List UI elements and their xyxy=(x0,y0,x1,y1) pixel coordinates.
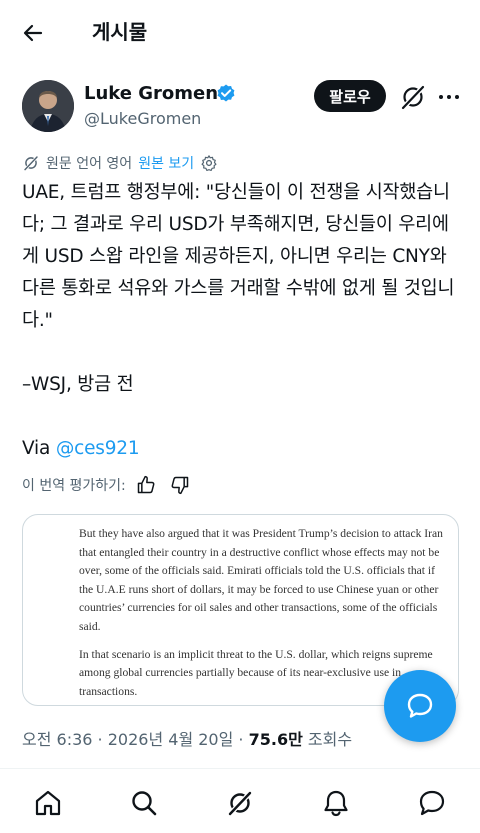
more-options-button[interactable] xyxy=(434,82,464,112)
gear-icon[interactable] xyxy=(200,154,218,172)
bottom-navigation xyxy=(0,768,480,833)
via-prefix: Via xyxy=(22,438,56,459)
verified-badge-icon xyxy=(217,84,235,102)
author-row: Luke Gromen @LukeGromen 팔로우 xyxy=(22,80,462,136)
nav-home[interactable] xyxy=(28,783,68,823)
more-horizontal-icon xyxy=(439,95,459,99)
grok-icon xyxy=(228,791,252,816)
bell-icon xyxy=(324,790,348,817)
thumbs-down-icon[interactable] xyxy=(170,475,190,495)
search-icon xyxy=(132,791,157,816)
grok-translate-icon xyxy=(24,156,38,171)
back-button[interactable] xyxy=(18,18,48,48)
avatar[interactable] xyxy=(22,80,74,132)
grok-button[interactable] xyxy=(398,82,428,112)
page-title: 게시물 xyxy=(92,20,148,44)
via-mention-link[interactable]: @ces921 xyxy=(56,438,140,459)
post-text: UAE, 트럼프 행정부에: "당신들이 이 전쟁을 시작했습니다; 그 결과로… xyxy=(22,182,455,395)
chat-icon xyxy=(419,790,445,816)
top-bar: 게시물 xyxy=(0,0,480,64)
post-body: UAE, 트럼프 행정부에: "당신들이 이 전쟁을 시작했습니다; 그 결과로… xyxy=(22,177,462,465)
post-date[interactable]: 2026년 4월 20일 xyxy=(108,730,234,749)
meta-separator: · xyxy=(233,730,249,749)
author-handle[interactable]: @LukeGromen xyxy=(84,108,201,130)
nav-notifications[interactable] xyxy=(316,783,356,823)
translation-notice: 원문 언어 영어 원본 보기 xyxy=(22,152,218,174)
views-label: 조회수 xyxy=(302,730,353,749)
translation-source-label: 원문 언어 영어 xyxy=(46,156,133,172)
nav-messages[interactable] xyxy=(412,783,452,823)
attached-image[interactable]: But they have also argued that it was Pr… xyxy=(22,514,459,706)
post-time[interactable]: 오전 6:36 xyxy=(22,730,92,749)
views-count: 75.6만 xyxy=(248,730,303,749)
article-paragraph-1: But they have also argued that it was Pr… xyxy=(79,527,443,633)
arrow-left-icon xyxy=(23,24,43,42)
rate-translation-label: 이 번역 평가하기: xyxy=(22,478,126,494)
post-meta: 오전 6:36 · 2026년 4월 20일 · 75.6만 조회수 xyxy=(22,728,352,752)
rate-translation: 이 번역 평가하기: xyxy=(22,472,190,498)
follow-button[interactable]: 팔로우 xyxy=(314,80,386,112)
grok-icon xyxy=(401,85,425,110)
avatar-image xyxy=(22,80,74,132)
thumbs-up-icon[interactable] xyxy=(136,475,156,495)
nav-search[interactable] xyxy=(124,783,164,823)
speech-bubble-icon xyxy=(407,693,433,718)
floating-action-button[interactable] xyxy=(384,670,456,742)
nav-grok[interactable] xyxy=(220,783,260,823)
meta-separator: · xyxy=(92,730,108,749)
author-name[interactable]: Luke Gromen xyxy=(84,82,218,106)
home-icon xyxy=(35,790,61,816)
view-original-link[interactable]: 원본 보기 xyxy=(138,153,194,173)
